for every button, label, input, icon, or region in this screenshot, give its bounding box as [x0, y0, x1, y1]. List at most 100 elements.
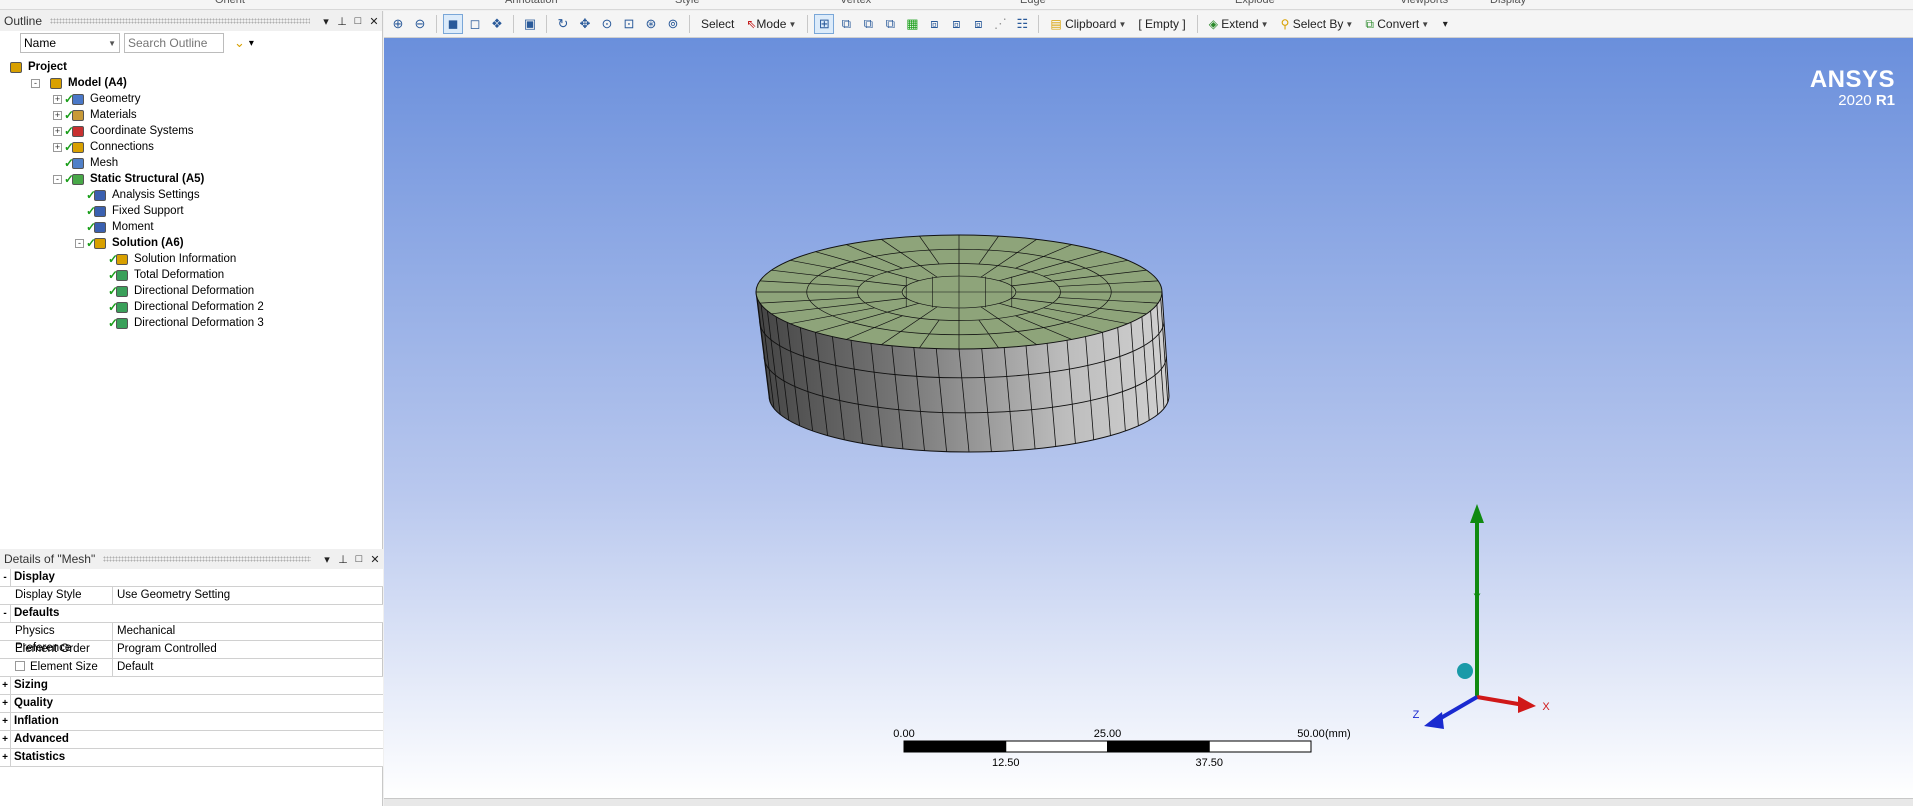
maximize-icon[interactable]: □ — [350, 15, 366, 27]
details-category[interactable]: + Statistics — [0, 749, 383, 767]
mesh-model[interactable]: 0.00 25.00 50.00 (mm) 12.50 37.50 Y X Z — [384, 38, 1913, 798]
expand-icon[interactable]: + — [53, 110, 62, 120]
details-property-value[interactable]: Default — [113, 659, 153, 676]
select-body-icon[interactable]: ▦ — [902, 14, 922, 34]
details-property-value[interactable]: Use Geometry Setting — [113, 587, 230, 604]
collapse-icon[interactable]: - — [75, 238, 84, 248]
shaded-view-icon[interactable]: ◼ — [443, 14, 463, 34]
filter-type-select[interactable]: Name ▼ — [20, 33, 120, 53]
thicken-icon[interactable]: ▣ — [520, 14, 540, 34]
details-category[interactable]: + Inflation — [0, 713, 383, 731]
expand-icon[interactable]: + — [0, 695, 11, 712]
close-icon[interactable]: ✕ — [367, 553, 383, 566]
collapse-icon[interactable]: - — [0, 605, 11, 622]
annotation-icon[interactable]: ☷ — [1012, 14, 1032, 34]
tree-item[interactable]: - ✓ Static Structural (A5) — [0, 171, 382, 187]
select-face-icon[interactable]: ⧉ — [880, 14, 900, 34]
tree-item[interactable]: ✓ Mesh — [0, 155, 382, 171]
filter-dropdown-icon[interactable]: ▾ — [249, 38, 254, 49]
panel-grip[interactable] — [103, 556, 311, 562]
tree-item[interactable]: + ✓ Geometry — [0, 91, 382, 107]
pin-icon[interactable]: ⊥ — [334, 15, 350, 28]
graphics-viewport[interactable]: ANSYS 2020 R1 0.00 25.00 50.00 (mm) 12.50 37.… — [384, 38, 1913, 798]
rotate-icon[interactable]: ↻ — [553, 14, 573, 34]
filter-chevron-icon[interactable]: ⌄ — [234, 35, 245, 51]
select-by-dropdown[interactable]: ⚲ Select By ▼ — [1276, 14, 1359, 34]
tree-item[interactable]: ✓ Directional Deformation 2 — [0, 299, 382, 315]
select-mode-icon[interactable]: ⋰ — [990, 14, 1010, 34]
zoom-icon[interactable]: ⊙ — [597, 14, 617, 34]
expand-icon[interactable]: + — [0, 713, 11, 730]
tree-item[interactable]: + ✓ Materials — [0, 107, 382, 123]
pan-icon[interactable]: ✥ — [575, 14, 595, 34]
details-property-row[interactable]: Element Order Program Controlled — [0, 641, 383, 659]
graphics-toolbar: ⊕ ⊖ ◼ ◻ ❖ ▣ ↻ ✥ ⊙ ⊡ ⊛ ⊚ Select ⇖ Mode ▼ ⊞ … — [384, 11, 1913, 38]
details-category-label: Defaults — [14, 607, 60, 619]
details-category[interactable]: - Display — [0, 569, 383, 587]
display-edges-icon[interactable]: ❖ — [487, 14, 507, 34]
chevron-down-icon: ▼ — [788, 19, 797, 29]
expand-icon[interactable]: + — [53, 94, 62, 104]
parameter-checkbox[interactable] — [15, 661, 25, 671]
select-element-icon[interactable]: ⧈ — [968, 14, 988, 34]
tree-item[interactable]: ✓ Fixed Support — [0, 203, 382, 219]
details-property-key: Display Style — [0, 587, 113, 604]
tree-item[interactable]: ✓ Directional Deformation 3 — [0, 315, 382, 331]
clipboard-dropdown[interactable]: ▤ Clipboard ▼ — [1045, 14, 1131, 34]
expand-icon[interactable]: + — [0, 731, 11, 748]
tree-item[interactable]: Project — [0, 59, 382, 75]
close-icon[interactable]: ✕ — [366, 15, 382, 28]
details-category[interactable]: - Defaults — [0, 605, 383, 623]
details-property-value[interactable]: Program Controlled — [113, 641, 217, 658]
maximize-icon[interactable]: □ — [351, 553, 367, 565]
select-edge-icon[interactable]: ⧉ — [858, 14, 878, 34]
details-category[interactable]: + Sizing — [0, 677, 383, 695]
details-category[interactable]: + Quality — [0, 695, 383, 713]
tree-item[interactable]: ✓ Moment — [0, 219, 382, 235]
tree-item[interactable]: + ✓ Connections — [0, 139, 382, 155]
collapse-icon[interactable]: - — [0, 569, 11, 586]
tree-item[interactable]: ✓ Total Deformation — [0, 267, 382, 283]
x-axis-label: X — [1542, 701, 1550, 713]
tree-item[interactable]: - Model (A4) — [0, 75, 382, 91]
tree-item[interactable]: + ✓ Coordinate Systems — [0, 123, 382, 139]
solution-icon — [94, 237, 106, 249]
tree-item[interactable]: ✓ Analysis Settings — [0, 187, 382, 203]
tree-item[interactable]: ✓ Directional Deformation — [0, 283, 382, 299]
box-zoom-icon[interactable]: ⊡ — [619, 14, 639, 34]
expand-icon[interactable]: + — [0, 677, 11, 694]
details-property-value[interactable]: Mechanical — [113, 623, 175, 640]
zoom-in-icon[interactable]: ⊕ — [388, 14, 408, 34]
toolbar-overflow-icon[interactable]: ▾ — [1436, 14, 1454, 34]
collapse-icon[interactable]: - — [31, 78, 40, 88]
mode-dropdown[interactable]: ⇖ Mode ▼ — [741, 14, 801, 34]
tree-item[interactable]: ✓ Solution Information — [0, 251, 382, 267]
select-button[interactable]: Select — [696, 14, 739, 34]
zoom-to-fit-icon[interactable]: ⊛ — [641, 14, 661, 34]
expand-icon[interactable]: + — [53, 142, 62, 152]
zoom-out-icon[interactable]: ⊖ — [410, 14, 430, 34]
select-node-icon[interactable]: ⧈ — [924, 14, 944, 34]
panel-menu-icon[interactable]: ▾ — [318, 15, 334, 28]
tree-item[interactable]: - ✓ Solution (A6) — [0, 235, 382, 251]
wireframe-view-icon[interactable]: ◻ — [465, 14, 485, 34]
details-property-row[interactable]: Display Style Use Geometry Setting — [0, 587, 383, 605]
details-property-row[interactable]: Physics Preference Mechanical — [0, 623, 383, 654]
expand-icon[interactable]: + — [53, 126, 62, 136]
expand-icon[interactable]: + — [0, 749, 11, 766]
clipboard-status: [ Empty ] — [1138, 17, 1186, 31]
extend-dropdown[interactable]: ◈ Extend ▼ — [1204, 14, 1274, 34]
select-element-face-icon[interactable]: ⧈ — [946, 14, 966, 34]
pin-icon[interactable]: ⊥ — [335, 553, 351, 566]
select-vertex-icon[interactable]: ⧉ — [836, 14, 856, 34]
magnifier-icon[interactable]: ⊚ — [663, 14, 683, 34]
panel-grip[interactable] — [50, 18, 310, 24]
collapse-icon[interactable]: - — [53, 174, 62, 184]
panel-menu-icon[interactable]: ▾ — [319, 553, 335, 566]
select-mesh-icon[interactable]: ⊞ — [814, 14, 835, 34]
details-property-row[interactable]: Element Size Default — [0, 659, 383, 677]
convert-dropdown[interactable]: ⧉ Convert ▼ — [1360, 14, 1434, 34]
outline-tree: Project - Model (A4) + ✓ Geometry + ✓ Materials +… — [0, 55, 382, 331]
search-outline-input[interactable] — [124, 33, 224, 53]
details-category[interactable]: + Advanced — [0, 731, 383, 749]
